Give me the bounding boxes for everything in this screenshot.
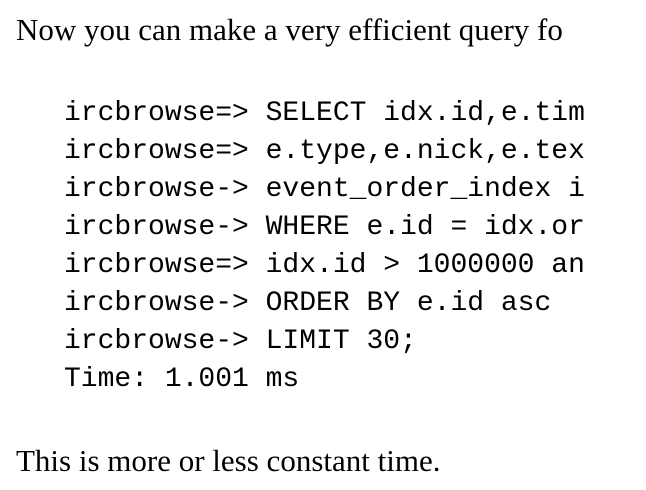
code-line: ircbrowse-> WHERE e.id = idx.or [64, 212, 585, 243]
outro-paragraph: This is more or less constant time. [16, 443, 441, 478]
code-line: ircbrowse-> ORDER BY e.id asc [64, 288, 552, 319]
intro-paragraph: Now you can make a very efficient query … [16, 12, 563, 47]
document-page: Now you can make a very efficient query … [0, 0, 646, 490]
code-line: ircbrowse=> idx.id > 1000000 an [64, 250, 585, 281]
code-line: ircbrowse=> SELECT idx.id,e.tim [64, 98, 585, 129]
code-line: ircbrowse-> event_order_index i [64, 174, 585, 205]
code-line: ircbrowse=> e.type,e.nick,e.tex [64, 136, 585, 167]
timing-line: Time: 1.001 ms [64, 364, 300, 395]
code-line: ircbrowse-> LIMIT 30; [64, 326, 417, 357]
code-block: ircbrowse=> SELECT idx.id,e.tim ircbrowse… [64, 95, 585, 399]
